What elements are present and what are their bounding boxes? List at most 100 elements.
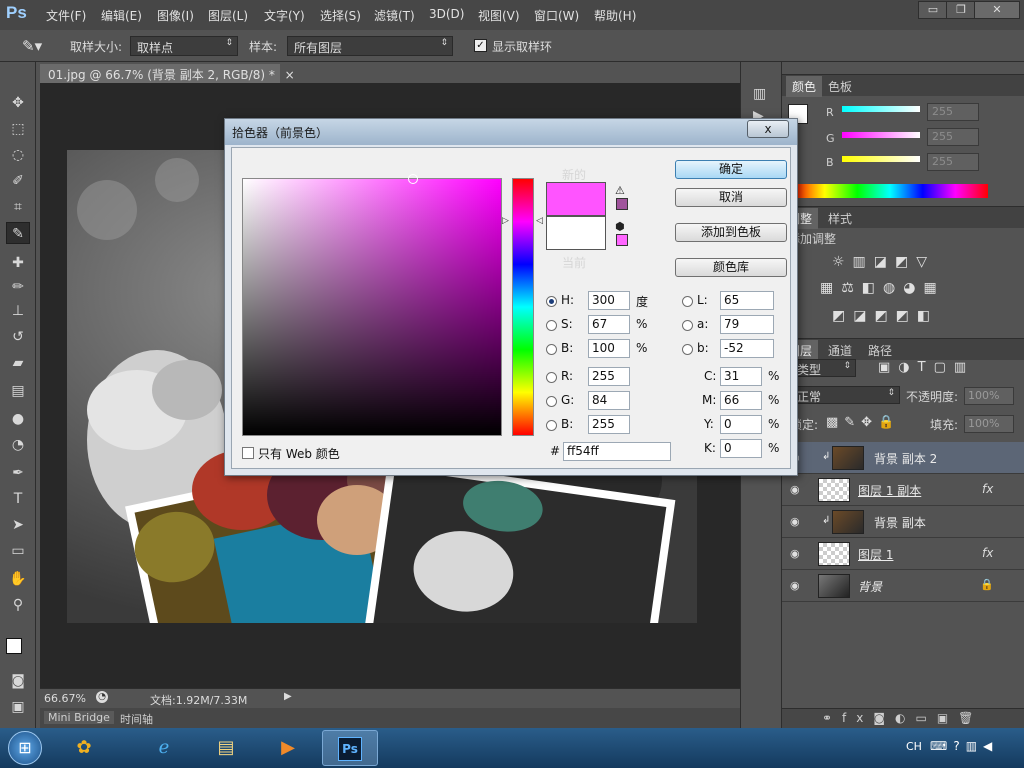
menu-type[interactable]: 文字(Y) (264, 7, 305, 24)
a-radio[interactable] (682, 320, 693, 331)
layer-name[interactable]: 背景 副本 (874, 514, 926, 531)
visibility-eye-icon[interactable]: ◉ (790, 579, 800, 592)
g-input[interactable]: 84 (588, 391, 630, 410)
layer-name[interactable]: 背景 副本 2 (874, 450, 937, 467)
h-radio[interactable] (546, 296, 557, 307)
layer-filter-icons[interactable]: ▣◑T▢▥ (878, 360, 974, 375)
photoshop-taskbar-button[interactable]: Ps (322, 730, 378, 766)
hue-slider-right-arrow-icon[interactable]: ◁ (536, 216, 543, 226)
r-input[interactable]: 255 (588, 367, 630, 386)
tab-paths[interactable]: 路径 (862, 340, 898, 361)
show-ring-checkbox[interactable]: ✓ (474, 39, 487, 52)
adjustment-icons-row-3[interactable]: ◩◪◩◩◧ (832, 308, 938, 324)
internet-explorer-icon[interactable]: ℯ (144, 732, 184, 764)
b-slider[interactable] (842, 156, 920, 162)
current-color-swatch[interactable] (546, 216, 606, 250)
l-radio[interactable] (682, 296, 693, 307)
dodge-tool-icon[interactable]: ◔ (6, 434, 30, 456)
minimize-button[interactable]: ▭ (918, 1, 948, 19)
b-value[interactable]: 255 (927, 153, 979, 171)
y-input[interactable]: 0 (720, 415, 762, 434)
adjustment-icons-row-2[interactable]: ▦⚖◧◍◕▦ (820, 280, 945, 296)
web-safe-color-swatch[interactable] (616, 234, 628, 246)
hex-input[interactable]: ff54ff (563, 442, 671, 461)
zoom-level[interactable]: 66.67% (44, 692, 86, 705)
visibility-eye-icon[interactable]: ◉ (790, 483, 800, 496)
status-menu-arrow-icon[interactable]: ▶ (284, 691, 292, 702)
menu-select[interactable]: 选择(S) (320, 7, 361, 24)
layer-filter-select[interactable]: 类型 ⇕ (792, 359, 856, 377)
layer-row[interactable]: ◉ ↲ 背景 副本 (782, 506, 1024, 538)
eyedropper-tool-icon[interactable]: ✎ (6, 222, 30, 244)
hand-tool-icon[interactable]: ✋ (6, 568, 30, 590)
layer-name[interactable]: 图层 1 (858, 546, 893, 563)
color-ramp[interactable] (792, 184, 988, 198)
brightness-input[interactable]: 100 (588, 339, 630, 358)
tab-channels[interactable]: 通道 (822, 340, 858, 361)
clone-stamp-tool-icon[interactable]: ⊥ (6, 300, 30, 322)
games-app-icon[interactable]: ✿ (64, 732, 104, 764)
tab-color[interactable]: 颜色 (786, 76, 823, 97)
layer-fx-badge[interactable]: fx (982, 546, 993, 560)
move-tool-icon[interactable]: ✥ (6, 92, 30, 114)
tab-mini-bridge[interactable]: Mini Bridge (44, 711, 114, 724)
file-explorer-icon[interactable]: ▤ (206, 732, 246, 764)
layer-row[interactable]: ◉ 图层 1 fx (782, 538, 1024, 570)
menu-layer[interactable]: 图层(L) (208, 7, 248, 24)
blend-mode-select[interactable]: 正常 ⇕ (792, 386, 900, 404)
g-slider[interactable] (842, 132, 920, 138)
layer-row[interactable]: ◉ ↲ 背景 副本 2 (782, 442, 1024, 474)
r-radio[interactable] (546, 372, 557, 383)
healing-brush-tool-icon[interactable]: ✚ (6, 252, 30, 274)
gradient-tool-icon[interactable]: ▤ (6, 380, 30, 402)
dialog-close-button[interactable]: x (747, 120, 789, 138)
start-button[interactable]: ⊞ (8, 731, 42, 765)
s-input[interactable]: 67 (588, 315, 630, 334)
close-tab-icon[interactable]: × (285, 68, 295, 82)
cancel-button[interactable]: 取消 (675, 188, 787, 207)
r-value[interactable]: 255 (927, 103, 979, 121)
adjustment-icons-row-1[interactable]: ☼▥◪◩▽ (832, 254, 935, 270)
lab-b-radio[interactable] (682, 344, 693, 355)
l-input[interactable]: 65 (720, 291, 774, 310)
menu-window[interactable]: 窗口(W) (534, 7, 579, 24)
opacity-input[interactable]: 100% (964, 387, 1014, 405)
sample-select[interactable]: 所有图层 ⇕ (287, 36, 453, 56)
ok-button[interactable]: 确定 (675, 160, 787, 179)
type-tool-icon[interactable]: T (6, 488, 30, 510)
web-safe-cube-icon[interactable]: ⬢ (615, 220, 625, 233)
history-brush-tool-icon[interactable]: ↺ (6, 326, 30, 348)
lasso-tool-icon[interactable]: ◌ (6, 144, 30, 166)
menu-image[interactable]: 图像(I) (157, 7, 194, 24)
brush-tool-icon[interactable]: ✏ (6, 276, 30, 298)
hue-slider[interactable] (512, 178, 534, 436)
gamut-color-swatch[interactable] (616, 198, 628, 210)
close-window-button[interactable]: ✕ (974, 1, 1020, 19)
brightness-radio[interactable] (546, 344, 557, 355)
menu-view[interactable]: 视图(V) (478, 7, 520, 24)
blue-input[interactable]: 255 (588, 415, 630, 434)
blur-tool-icon[interactable]: ● (6, 408, 30, 430)
visibility-eye-icon[interactable]: ◉ (790, 547, 800, 560)
lock-icons[interactable]: ▩✎✥🔒 (826, 415, 900, 430)
language-indicator[interactable]: CH (906, 740, 922, 753)
a-input[interactable]: 79 (720, 315, 774, 334)
screen-mode-icon[interactable]: ▣ (6, 696, 30, 718)
fill-input[interactable]: 100% (964, 415, 1014, 433)
pen-tool-icon[interactable]: ✒ (6, 462, 30, 484)
quick-mask-icon[interactable]: ◙ (6, 670, 30, 692)
dialog-titlebar[interactable]: 拾色器（前景色） x (225, 119, 797, 145)
quick-select-tool-icon[interactable]: ✐ (6, 170, 30, 192)
g-value[interactable]: 255 (927, 128, 979, 146)
hue-slider-left-arrow-icon[interactable]: ▷ (502, 216, 509, 226)
layer-row[interactable]: ◉ 背景 🔒 (782, 570, 1024, 602)
foreground-color-swatch[interactable] (6, 638, 22, 654)
layer-name[interactable]: 图层 1 副本 (858, 482, 921, 499)
tab-timeline[interactable]: 时间轴 (120, 711, 153, 727)
history-panel-icon[interactable]: ▥ (753, 86, 766, 102)
sample-size-select[interactable]: 取样点 ⇕ (130, 36, 238, 56)
restore-button[interactable]: ❐ (946, 1, 976, 19)
tray-icons[interactable]: ⌨?▥◀ (930, 739, 998, 753)
eyedropper-tool-icon[interactable]: ✎▾ (22, 37, 42, 55)
h-input[interactable]: 300 (588, 291, 630, 310)
